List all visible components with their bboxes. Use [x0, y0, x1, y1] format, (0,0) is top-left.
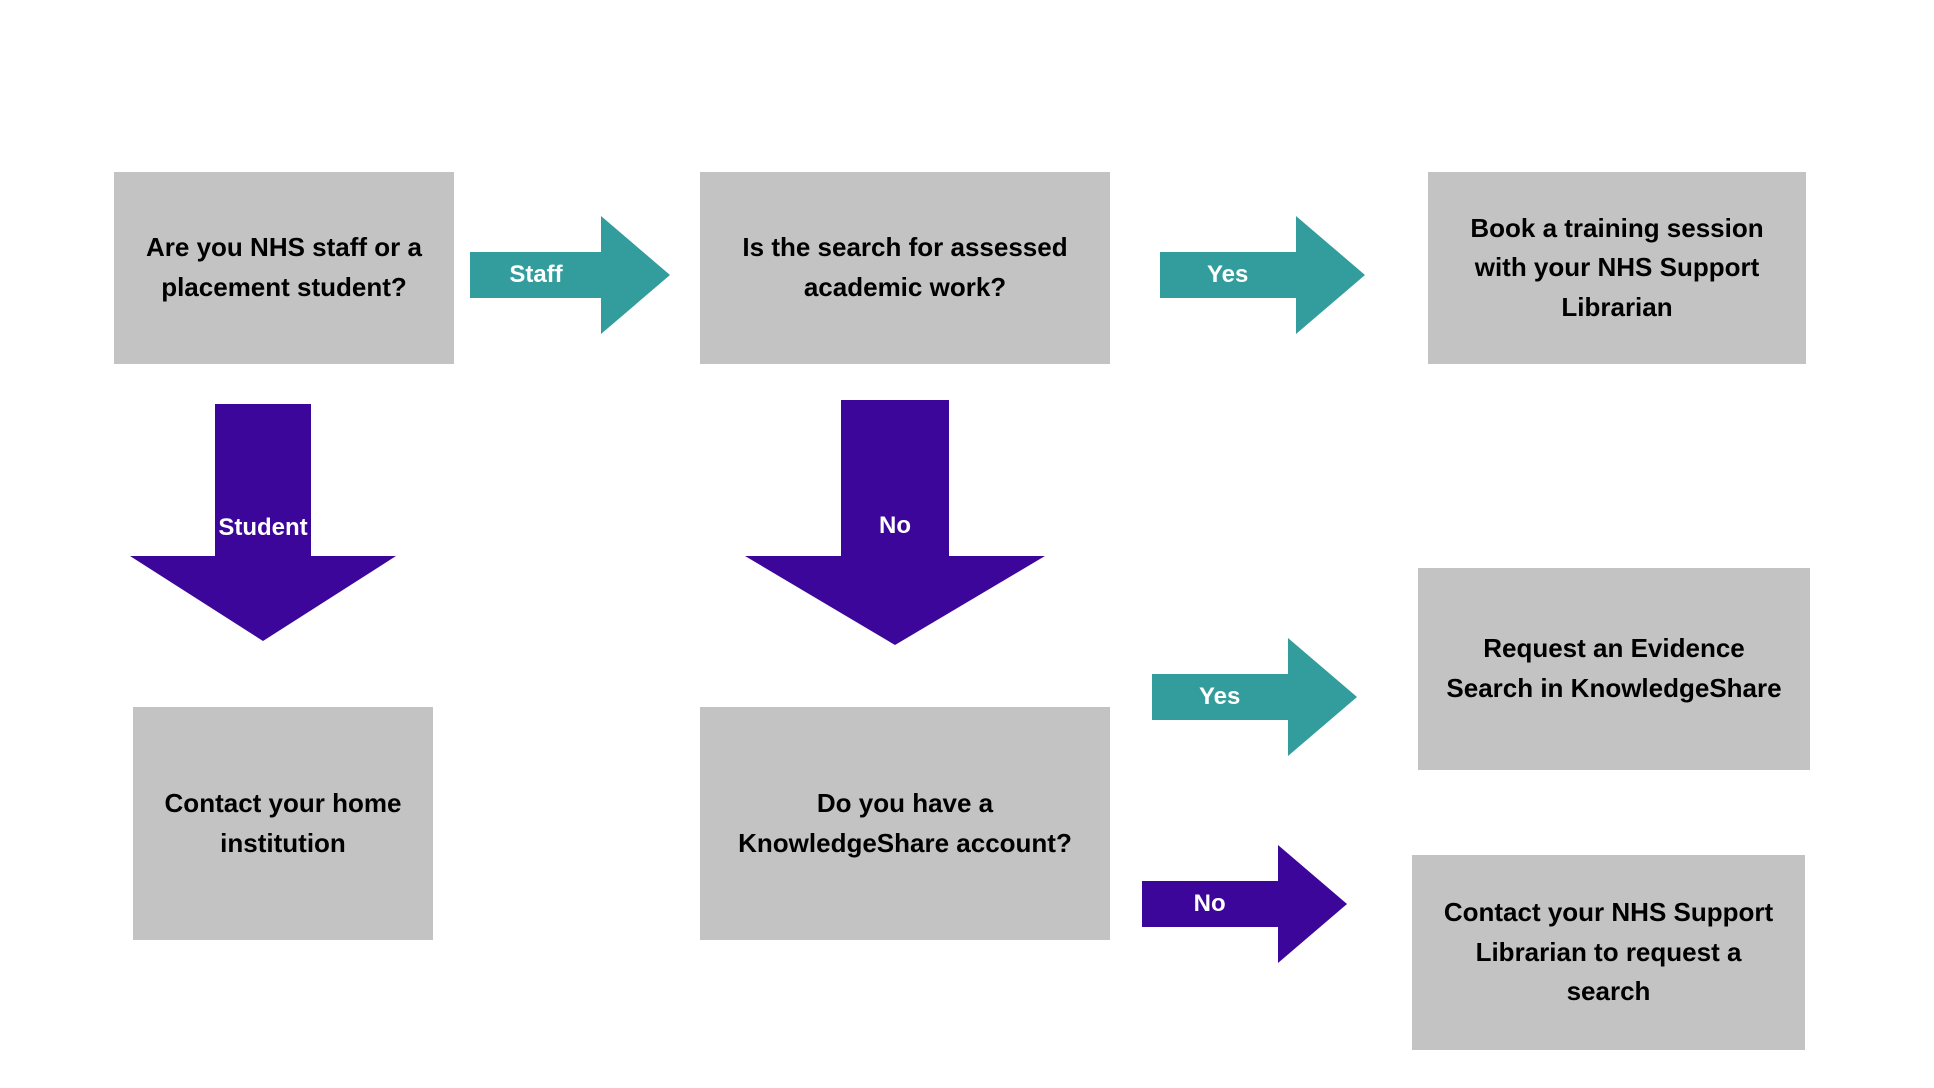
arrow-right-shape: [470, 216, 670, 334]
arrow-no-academic[interactable]: No: [745, 400, 1045, 645]
node-label: Book a training session with your NHS Su…: [1470, 212, 1764, 322]
arrow-no-knowledgeshare[interactable]: No: [1142, 845, 1347, 963]
node-assessed-academic-work[interactable]: Is the search for assessed academic work…: [700, 172, 1110, 364]
flowchart-canvas: Are you NHS staff or a placement student…: [0, 0, 1934, 1088]
node-request-evidence-search[interactable]: Request an Evidence Search in KnowledgeS…: [1418, 568, 1810, 770]
node-book-training-session[interactable]: Book a training session with your NHS Su…: [1428, 172, 1806, 364]
node-start-staff-or-student[interactable]: Are you NHS staff or a placement student…: [114, 172, 454, 364]
node-label: Contact your home institution: [164, 787, 402, 858]
node-label: Contact your NHS Support Librarian to re…: [1443, 897, 1774, 1007]
node-label: Request an Evidence Search in KnowledgeS…: [1446, 633, 1782, 703]
arrow-right-shape: [1142, 845, 1347, 963]
node-label: Are you NHS staff or a placement student…: [146, 232, 422, 302]
arrow-yes-training[interactable]: Yes: [1160, 216, 1365, 334]
arrow-student[interactable]: Student: [130, 404, 396, 641]
arrow-yes-knowledgeshare[interactable]: Yes: [1152, 638, 1357, 756]
node-knowledgeshare-account[interactable]: Do you have a KnowledgeShare account?: [700, 707, 1110, 940]
node-label: Is the search for assessed academic work…: [742, 232, 1068, 302]
arrow-down-shape: [745, 400, 1045, 645]
arrow-staff[interactable]: Staff: [470, 216, 670, 334]
arrow-down-shape: [130, 404, 396, 641]
node-contact-support-librarian[interactable]: Contact your NHS Support Librarian to re…: [1412, 855, 1805, 1050]
node-label: Do you have a KnowledgeShare account?: [738, 787, 1072, 858]
arrow-right-shape: [1160, 216, 1365, 334]
node-contact-home-institution[interactable]: Contact your home institution: [133, 707, 433, 940]
arrow-right-shape: [1152, 638, 1357, 756]
